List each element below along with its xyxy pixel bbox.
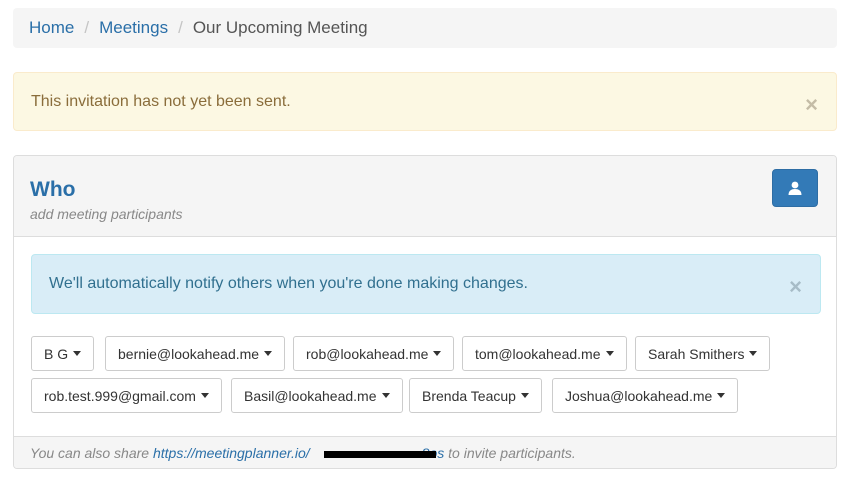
breadcrumb: Home / Meetings / Our Upcoming Meeting bbox=[13, 8, 837, 48]
participant-list: B G bernie@lookahead.me rob@lookahead.me… bbox=[31, 336, 821, 416]
breadcrumb-meetings-link[interactable]: Meetings bbox=[99, 18, 168, 38]
breadcrumb-current: Our Upcoming Meeting bbox=[192, 18, 368, 37]
caret-down-icon bbox=[605, 351, 614, 356]
participant-label: rob.test.999@gmail.com bbox=[44, 387, 196, 404]
breadcrumb-separator: / bbox=[84, 18, 90, 37]
participant-label: bernie@lookahead.me bbox=[118, 345, 260, 362]
who-panel-heading: Who add meeting participants bbox=[14, 156, 836, 237]
breadcrumb-home-link[interactable]: Home bbox=[29, 18, 74, 38]
breadcrumb-separator: / bbox=[178, 18, 183, 37]
participant-label: tom@lookahead.me bbox=[475, 345, 601, 362]
warning-alert-text: This invitation has not yet been sent. bbox=[31, 92, 291, 110]
info-alert-text: We'll automatically notify others when y… bbox=[49, 275, 528, 292]
footer-suffix: to invite participants. bbox=[448, 444, 576, 461]
caret-down-icon bbox=[717, 393, 726, 398]
redaction-bar bbox=[324, 451, 436, 458]
caret-down-icon bbox=[381, 393, 390, 398]
caret-down-icon bbox=[264, 351, 273, 356]
caret-down-icon bbox=[200, 393, 209, 398]
auto-notify-alert: We'll automatically notify others when y… bbox=[31, 254, 821, 314]
caret-down-icon bbox=[433, 351, 442, 356]
caret-down-icon bbox=[73, 351, 82, 356]
panel-title: Who bbox=[30, 178, 76, 201]
participant-button[interactable]: rob@lookahead.me bbox=[293, 336, 455, 371]
share-link-footer: You can also share https://meetingplanne… bbox=[14, 436, 836, 468]
invitation-not-sent-alert: This invitation has not yet been sent. × bbox=[13, 72, 837, 131]
participant-label: rob@lookahead.me bbox=[306, 345, 429, 362]
caret-down-icon bbox=[749, 351, 758, 356]
participant-label: Sarah Smithers bbox=[648, 345, 745, 362]
participant-button[interactable]: Brenda Teacup bbox=[409, 378, 542, 413]
participant-button[interactable]: Sarah Smithers bbox=[635, 336, 771, 371]
footer-prefix: You can also share bbox=[30, 444, 150, 461]
add-participant-button[interactable] bbox=[772, 169, 818, 207]
who-panel: Who add meeting participants We'll autom… bbox=[13, 155, 837, 469]
info-alert-close-icon[interactable]: × bbox=[789, 276, 802, 298]
participant-button[interactable]: B G bbox=[31, 336, 95, 371]
participant-label: Basil@lookahead.me bbox=[244, 387, 377, 404]
participant-label: Joshua@lookahead.me bbox=[565, 387, 713, 404]
panel-subtitle: add meeting participants bbox=[30, 206, 183, 222]
participant-button[interactable]: Joshua@lookahead.me bbox=[552, 378, 739, 413]
participant-button[interactable]: rob.test.999@gmail.com bbox=[31, 378, 222, 413]
user-icon bbox=[788, 181, 802, 195]
participant-label: B G bbox=[44, 345, 69, 362]
participant-button[interactable]: Basil@lookahead.me bbox=[231, 378, 403, 413]
participant-button[interactable]: bernie@lookahead.me bbox=[105, 336, 286, 371]
participant-button[interactable]: tom@lookahead.me bbox=[462, 336, 627, 371]
participant-label: Brenda Teacup bbox=[422, 387, 516, 404]
caret-down-icon bbox=[520, 393, 529, 398]
warning-alert-close-icon[interactable]: × bbox=[805, 94, 818, 116]
